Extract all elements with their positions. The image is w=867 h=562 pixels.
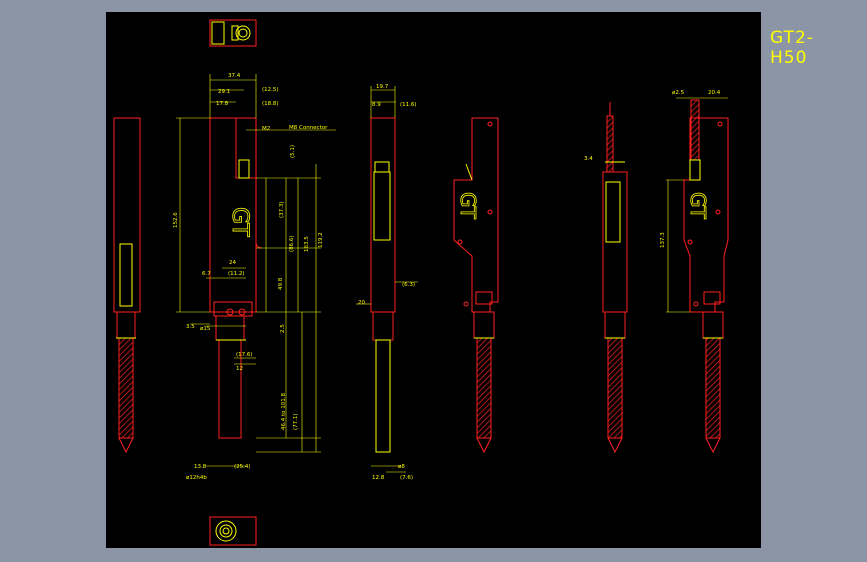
side-view-3-text: 3.4 bbox=[584, 156, 593, 162]
cad-drawing: GT 37.4 29.1 (12.5) 17.8 (18.8) M8 Conne… bbox=[113, 19, 729, 546]
svg-text:6.7: 6.7 bbox=[202, 271, 211, 277]
svg-text:ø2.5: ø2.5 bbox=[672, 90, 685, 96]
svg-text:3.5: 3.5 bbox=[186, 324, 195, 330]
svg-text:(12.5): (12.5) bbox=[262, 87, 279, 93]
bottom-view bbox=[209, 516, 257, 546]
cable-view bbox=[683, 99, 729, 454]
svg-text:(77.1): (77.1) bbox=[293, 413, 299, 430]
svg-text:(11.2): (11.2) bbox=[228, 271, 245, 277]
svg-text:119.2: 119.2 bbox=[318, 232, 324, 248]
svg-text:GT: GT bbox=[686, 192, 710, 220]
svg-text:29.1: 29.1 bbox=[218, 89, 230, 95]
svg-text:(5.1): (5.1) bbox=[290, 145, 296, 158]
svg-text:19.7: 19.7 bbox=[376, 84, 389, 90]
svg-text:ø15: ø15 bbox=[200, 326, 211, 332]
svg-text:152.6: 152.6 bbox=[173, 212, 179, 228]
svg-text:49.8: 49.8 bbox=[278, 277, 284, 290]
svg-text:12: 12 bbox=[236, 366, 243, 372]
svg-text:(25.4): (25.4) bbox=[234, 464, 251, 470]
svg-text:(17.6): (17.6) bbox=[236, 352, 253, 358]
svg-text:13.8: 13.8 bbox=[194, 464, 207, 470]
side-view-2 bbox=[370, 117, 396, 453]
svg-text:37.4: 37.4 bbox=[228, 73, 241, 79]
side-view-2-text: 19.7 8.9 (11.6) (6.3) 20 ø8 12.8 (7.6) bbox=[358, 84, 417, 481]
svg-text:M2: M2 bbox=[262, 126, 270, 132]
svg-text:ø12h4b: ø12h4b bbox=[186, 475, 207, 481]
left-side-view bbox=[113, 117, 141, 454]
drawing-canvas[interactable]: GT 37.4 29.1 (12.5) 17.8 (18.8) M8 Conne… bbox=[106, 12, 813, 548]
top-view bbox=[209, 19, 257, 47]
svg-text:ø8: ø8 bbox=[398, 464, 405, 470]
svg-text:46.4 to 101.8: 46.4 to 101.8 bbox=[281, 392, 287, 430]
svg-text:8.9: 8.9 bbox=[372, 102, 381, 108]
svg-text:GT: GT bbox=[456, 192, 480, 220]
side-view-3 bbox=[602, 102, 628, 454]
svg-text:20: 20 bbox=[358, 300, 365, 306]
svg-text:(37.3): (37.3) bbox=[279, 201, 285, 218]
svg-text:(7.6): (7.6) bbox=[400, 475, 413, 481]
rear-logo: GT bbox=[456, 192, 481, 221]
svg-text:20.4: 20.4 bbox=[708, 90, 721, 96]
side-view-2-dimensions bbox=[356, 86, 418, 473]
svg-text:GT: GT bbox=[227, 207, 252, 237]
svg-text:(18.8): (18.8) bbox=[262, 101, 279, 107]
rear-view bbox=[453, 117, 499, 454]
svg-text:3.4: 3.4 bbox=[584, 156, 593, 162]
front-dimension-text: 37.4 29.1 (12.5) 17.8 (18.8) M8 Connecto… bbox=[173, 73, 328, 481]
svg-text:(6.3): (6.3) bbox=[402, 282, 415, 288]
svg-text:(11.6): (11.6) bbox=[400, 102, 417, 108]
svg-text:137.3: 137.3 bbox=[660, 232, 666, 248]
drawing-title: GT2-H50 bbox=[770, 28, 814, 68]
svg-text:(86.6): (86.6) bbox=[289, 235, 295, 252]
svg-text:17.8: 17.8 bbox=[216, 101, 229, 107]
svg-text:163.5: 163.5 bbox=[304, 236, 310, 252]
svg-text:24: 24 bbox=[229, 260, 236, 266]
svg-text:2.5: 2.5 bbox=[280, 324, 286, 333]
svg-text:12.8: 12.8 bbox=[372, 475, 385, 481]
svg-text:M8 Connector: M8 Connector bbox=[289, 125, 328, 131]
cable-logo: GT bbox=[686, 192, 711, 221]
front-logo: GT bbox=[227, 207, 253, 238]
